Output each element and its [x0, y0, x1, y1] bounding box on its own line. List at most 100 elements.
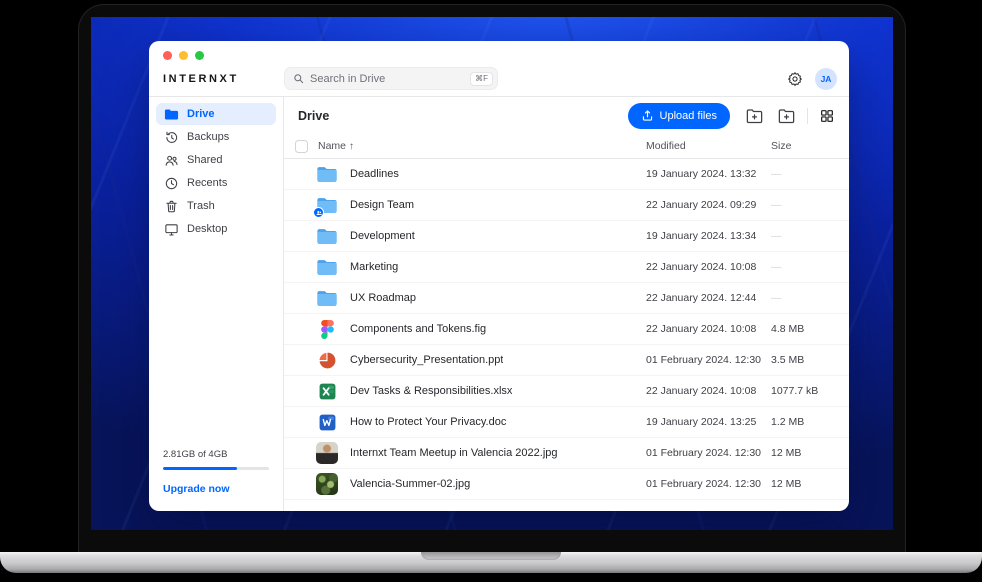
file-name: Internxt Team Meetup in Valencia 2022.jp… — [350, 447, 558, 459]
new-folder-button[interactable] — [775, 104, 798, 127]
shared-people-icon — [163, 153, 179, 168]
internxt-drive-window: INTERNXT Search in Drive ⌘F — [149, 41, 849, 511]
file-name: UX Roadmap — [350, 292, 416, 304]
backups-history-icon — [163, 130, 179, 145]
gear-icon — [787, 71, 803, 87]
sidebar-item-backups[interactable]: Backups — [156, 126, 276, 148]
folder-icon — [316, 163, 338, 185]
sidebar-item-label: Trash — [187, 200, 215, 212]
sidebar-item-label: Recents — [187, 177, 227, 189]
select-all-checkbox[interactable] — [295, 140, 308, 153]
file-size: — — [771, 199, 837, 211]
laptop-base-notch — [421, 552, 561, 560]
file-size: — — [771, 168, 837, 180]
file-modified-date: 01 February 2024. 12:30 — [646, 447, 771, 459]
sidebar-item-desktop[interactable]: Desktop — [156, 218, 276, 240]
drive-folder-icon — [163, 108, 179, 121]
sidebar-item-label: Drive — [187, 108, 215, 120]
file-size: — — [771, 261, 837, 273]
table-row[interactable]: Internxt Team Meetup in Valencia 2022.jp… — [284, 438, 849, 469]
file-modified-date: 01 February 2024. 12:30 — [646, 478, 771, 490]
file-modified-date: 19 January 2024. 13:25 — [646, 416, 771, 428]
search-icon — [293, 73, 304, 84]
folder-icon — [316, 287, 338, 309]
file-name: Development — [350, 230, 415, 242]
shared-folder-icon — [316, 194, 338, 216]
file-modified-date: 22 January 2024. 10:08 — [646, 385, 771, 397]
upgrade-link[interactable]: Upgrade now — [163, 483, 230, 495]
file-name: Marketing — [350, 261, 398, 273]
file-name: Deadlines — [350, 168, 399, 180]
table-row[interactable]: Marketing 22 January 2024. 10:08— — [284, 252, 849, 283]
folder-plus-icon — [777, 106, 796, 125]
table-header: Name ↑ Modified Size — [284, 134, 849, 159]
upload-folder-button[interactable] — [743, 104, 766, 127]
file-size: — — [771, 230, 837, 242]
file-name: How to Protect Your Privacy.doc — [350, 416, 506, 428]
file-name: Valencia-Summer-02.jpg — [350, 478, 470, 490]
grid-view-button[interactable] — [817, 106, 837, 126]
file-name: Components and Tokens.fig — [350, 323, 486, 335]
table-row[interactable]: Cybersecurity_Presentation.ppt01 Februar… — [284, 345, 849, 376]
laptop-base — [0, 552, 982, 573]
upload-files-button[interactable]: Upload files — [628, 103, 730, 129]
sidebar-item-drive[interactable]: Drive — [156, 103, 276, 125]
internxt-logo: INTERNXT — [163, 73, 284, 85]
file-name: Design Team — [350, 199, 414, 211]
table-row[interactable]: Design Team 22 January 2024. 09:29— — [284, 190, 849, 221]
upload-icon — [641, 109, 654, 122]
sidebar-nav: Drive Backups Shared Recents Trash Desktop — [156, 103, 276, 241]
minimize-window-button[interactable] — [179, 51, 188, 60]
sidebar-item-recents[interactable]: Recents — [156, 172, 276, 194]
search-input[interactable]: Search in Drive ⌘F — [284, 67, 498, 90]
close-window-button[interactable] — [163, 51, 172, 60]
window-topbar: INTERNXT Search in Drive ⌘F — [149, 41, 849, 97]
sidebar-item-trash[interactable]: Trash — [156, 195, 276, 217]
powerpoint-file-icon — [316, 349, 338, 371]
search-shortcut-badge: ⌘F — [470, 72, 493, 86]
table-row[interactable]: Development 19 January 2024. 13:34— — [284, 221, 849, 252]
table-row[interactable]: Dev Tasks & Responsibilities.xlsx 22 Janu… — [284, 376, 849, 407]
main-panel: Drive Upload files — [284, 97, 849, 511]
search-placeholder: Search in Drive — [310, 73, 464, 85]
table-row[interactable]: Deadlines 19 January 2024. 13:32— — [284, 159, 849, 190]
maximize-window-button[interactable] — [195, 51, 204, 60]
storage-progress-bar — [163, 467, 269, 470]
trash-icon — [163, 199, 179, 214]
sidebar-item-label: Shared — [187, 154, 222, 166]
column-header-size[interactable]: Size — [771, 140, 837, 152]
table-row[interactable]: UX Roadmap22 January 2024. 12:44— — [284, 283, 849, 314]
table-row[interactable]: Components and Tokens.fig 22 January 2024… — [284, 314, 849, 345]
column-header-name[interactable]: Name ↑ — [318, 140, 354, 152]
file-modified-date: 19 January 2024. 13:32 — [646, 168, 771, 180]
avatar[interactable]: JA — [815, 68, 837, 90]
file-modified-date: 19 January 2024. 13:34 — [646, 230, 771, 242]
file-name: Dev Tasks & Responsibilities.xlsx — [350, 385, 512, 397]
desktop-wallpaper: INTERNXT Search in Drive ⌘F — [91, 17, 893, 530]
shared-badge-icon — [313, 207, 324, 218]
sidebar-item-label: Backups — [187, 131, 229, 143]
upload-files-label: Upload files — [660, 110, 717, 122]
excel-file-icon — [316, 380, 338, 402]
table-row[interactable]: Valencia-Summer-02.jpg 01 February 2024. … — [284, 469, 849, 500]
laptop-mockup: INTERNXT Search in Drive ⌘F — [0, 0, 982, 582]
desktop-monitor-icon — [163, 222, 179, 237]
photo-thumbnail — [316, 442, 338, 464]
file-modified-date: 22 January 2024. 10:08 — [646, 261, 771, 273]
word-file-icon — [316, 411, 338, 433]
table-row[interactable]: How to Protect Your Privacy.doc 19 Januar… — [284, 407, 849, 438]
file-modified-date: 22 January 2024. 12:44 — [646, 292, 771, 304]
folder-icon — [316, 256, 338, 278]
figma-file-icon — [316, 318, 338, 340]
file-modified-date: 22 January 2024. 10:08 — [646, 323, 771, 335]
file-size: 12 MB — [771, 478, 837, 490]
file-name: Cybersecurity_Presentation.ppt — [350, 354, 503, 366]
laptop-bezel: INTERNXT Search in Drive ⌘F — [78, 4, 906, 553]
column-header-modified[interactable]: Modified — [646, 140, 771, 152]
photo-thumbnail — [316, 473, 338, 495]
settings-button[interactable] — [787, 71, 803, 87]
file-modified-date: 22 January 2024. 09:29 — [646, 199, 771, 211]
folder-plus-icon — [745, 106, 764, 125]
window-controls — [163, 51, 204, 60]
sidebar-item-shared[interactable]: Shared — [156, 149, 276, 171]
